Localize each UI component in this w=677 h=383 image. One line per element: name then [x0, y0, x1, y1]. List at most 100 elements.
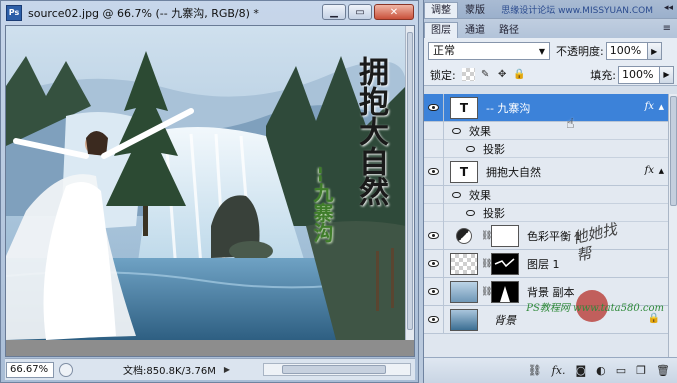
link-icon[interactable]: ⛓ [481, 287, 492, 297]
opacity-label: 不透明度: [556, 45, 604, 58]
layer-name[interactable]: -- 九寨沟 [486, 100, 530, 116]
effects-eye-icon[interactable] [452, 127, 461, 134]
visibility-toggle[interactable] [424, 305, 444, 334]
tab-paths[interactable]: 路径 [492, 22, 526, 38]
effect-name: 投影 [483, 206, 505, 220]
document-window: Ps source02.jpg @ 66.7% (-- 九寨沟, RGB/8) … [0, 0, 419, 383]
chevron-down-icon: ▼ [538, 47, 545, 56]
fx-icon[interactable]: fx [645, 165, 654, 176]
adjustments-tabbar: 调整 蒙版 思缘设计论坛 www.MISSYUAN.COM ◂◂ [424, 0, 677, 18]
lock-position-icon[interactable]: ✥ [496, 68, 509, 81]
collapse-panel-icon[interactable]: ◂◂ [664, 3, 673, 13]
panels-dock: 调整 蒙版 思缘设计论坛 www.MISSYUAN.COM ◂◂ 图层 通道 路… [423, 0, 677, 383]
document-size: 文档:850.8K/3.76M [123, 366, 216, 377]
status-menu-arrow-icon[interactable]: ▶ [224, 365, 230, 374]
close-button[interactable]: ✕ [374, 4, 414, 20]
lock-fill-row: 锁定: ✎ ✥ 🔒 填充: 100% ▶ [424, 64, 677, 86]
effects-row[interactable]: 效果 [424, 121, 668, 140]
expand-arrow-icon[interactable]: ▲ [659, 167, 664, 175]
add-layer-style-icon[interactable]: fx. [552, 364, 566, 377]
canvas-vertical-scrollbar[interactable] [405, 26, 414, 340]
tab-layers[interactable]: 图层 [424, 22, 458, 38]
restore-button[interactable]: ▭ [348, 4, 372, 20]
photoshop-logo-icon: Ps [6, 4, 22, 21]
blend-mode-select[interactable]: 正常 ▼ [428, 42, 550, 60]
layer-thumbnail [450, 280, 478, 303]
canvas-area[interactable]: 拥抱大自然 --九寨沟 [5, 25, 415, 357]
adjustment-layer-icon [456, 227, 472, 244]
tab-masks[interactable]: 蒙版 [458, 2, 492, 18]
new-group-icon[interactable]: ▭ [616, 364, 626, 377]
effects-eye-icon[interactable] [452, 191, 461, 198]
link-layers-icon[interactable]: ⛓ [528, 364, 542, 377]
photo-headline-text: 拥抱大自然 [353, 56, 388, 206]
layer-mask-thumbnail[interactable] [491, 252, 519, 275]
layer-thumbnail [450, 252, 478, 275]
visibility-toggle[interactable] [424, 221, 444, 250]
fill-arrow-icon[interactable]: ▶ [660, 65, 674, 84]
layer-name[interactable]: 拥抱大自然 [486, 164, 541, 180]
blend-opacity-row: 正常 ▼ 不透明度: 100% ▶ [424, 38, 677, 64]
document-photo[interactable]: 拥抱大自然 --九寨沟 [6, 26, 406, 340]
visibility-toggle[interactable] [424, 157, 444, 186]
eye-icon [428, 232, 439, 239]
delete-layer-icon[interactable]: 🗑 [656, 364, 670, 377]
visibility-toggle[interactable] [424, 249, 444, 278]
site-watermark: 思缘设计论坛 www.MISSYUAN.COM [501, 6, 653, 16]
link-icon[interactable]: ⛓ [481, 259, 492, 269]
fx-icon[interactable]: fx [645, 101, 654, 112]
document-title: source02.jpg @ 66.7% (-- 九寨沟, RGB/8) * [28, 6, 259, 20]
drop-shadow-eye-icon[interactable] [466, 209, 475, 216]
effect-drop-shadow-row[interactable]: 投影 [424, 203, 668, 222]
lock-transparency-icon[interactable] [461, 68, 475, 81]
layer-name[interactable]: 背景 副本 [527, 284, 575, 300]
visibility-toggle[interactable] [424, 94, 444, 122]
layer-row-text-jiuzhaigou[interactable]: T -- 九寨沟 fx ▲ [424, 94, 668, 122]
layer-name[interactable]: 图层 1 [527, 256, 560, 272]
layers-bottom-bar: ⛓ fx. ◙ ◐ ▭ ❐ 🗑 [424, 357, 677, 383]
minimize-button[interactable]: ▁ [322, 4, 346, 20]
layer-thumbnail [450, 308, 478, 331]
lock-all-icon[interactable]: 🔒 [513, 68, 526, 81]
layers-scrollbar[interactable] [668, 94, 677, 357]
status-info-icon[interactable] [59, 362, 73, 377]
layer-row-layer-1[interactable]: ⛓ 图层 1 [424, 249, 668, 278]
drop-shadow-eye-icon[interactable] [466, 145, 475, 152]
add-mask-icon[interactable]: ◙ [575, 364, 586, 377]
hand-cursor-icon: ☝ [566, 116, 575, 132]
layer-mask-thumbnail[interactable] [491, 224, 519, 247]
panel-menu-icon[interactable]: ≡ [663, 23, 671, 34]
expand-arrow-icon[interactable]: ▲ [659, 103, 664, 111]
fill-field[interactable]: 100% [618, 65, 660, 84]
canvas-horizontal-scrollbar[interactable] [263, 363, 411, 376]
new-adjustment-icon[interactable]: ◐ [596, 364, 606, 377]
eye-icon [428, 168, 439, 175]
status-bar: 66.67% 文档:850.8K/3.76M ▶ [5, 358, 415, 380]
layers-list: T -- 九寨沟 fx ▲ 效果 投影 T 拥抱大自然 fx ▲ 效果 投影 ⛓… [424, 94, 668, 357]
effects-label: 效果 [469, 124, 491, 138]
tab-adjustments[interactable]: 调整 [424, 2, 458, 18]
document-titlebar[interactable]: Ps source02.jpg @ 66.7% (-- 九寨沟, RGB/8) … [1, 1, 418, 24]
lock-label: 锁定: [430, 68, 456, 82]
effect-drop-shadow-row[interactable]: 投影 [424, 139, 668, 158]
zoom-field[interactable]: 66.67% [6, 361, 54, 378]
layer-name[interactable]: 背景 [494, 312, 516, 328]
layer-mask-thumbnail[interactable] [491, 280, 519, 303]
visibility-toggle[interactable] [424, 277, 444, 306]
tutorial-watermark: PS教程网 www.tata580.com [526, 303, 664, 314]
new-layer-icon[interactable]: ❐ [636, 364, 646, 377]
layer-row-text-headline[interactable]: T 拥抱大自然 fx ▲ [424, 157, 668, 186]
eye-icon [428, 288, 439, 295]
tab-channels[interactable]: 通道 [458, 22, 492, 38]
eye-icon [428, 104, 439, 111]
link-icon[interactable]: ⛓ [481, 231, 492, 241]
effect-name: 投影 [483, 142, 505, 156]
effects-row[interactable]: 效果 [424, 185, 668, 204]
opacity-arrow-icon[interactable]: ▶ [647, 42, 662, 60]
lock-pixels-icon[interactable]: ✎ [479, 68, 492, 81]
fill-label: 填充: [590, 68, 616, 82]
layer-row-color-balance[interactable]: ⛓ 色彩平衡 1 [424, 221, 668, 250]
opacity-field[interactable]: 100% [605, 42, 648, 60]
blend-mode-value: 正常 [433, 44, 455, 57]
text-layer-thumbnail-icon: T [450, 96, 478, 119]
